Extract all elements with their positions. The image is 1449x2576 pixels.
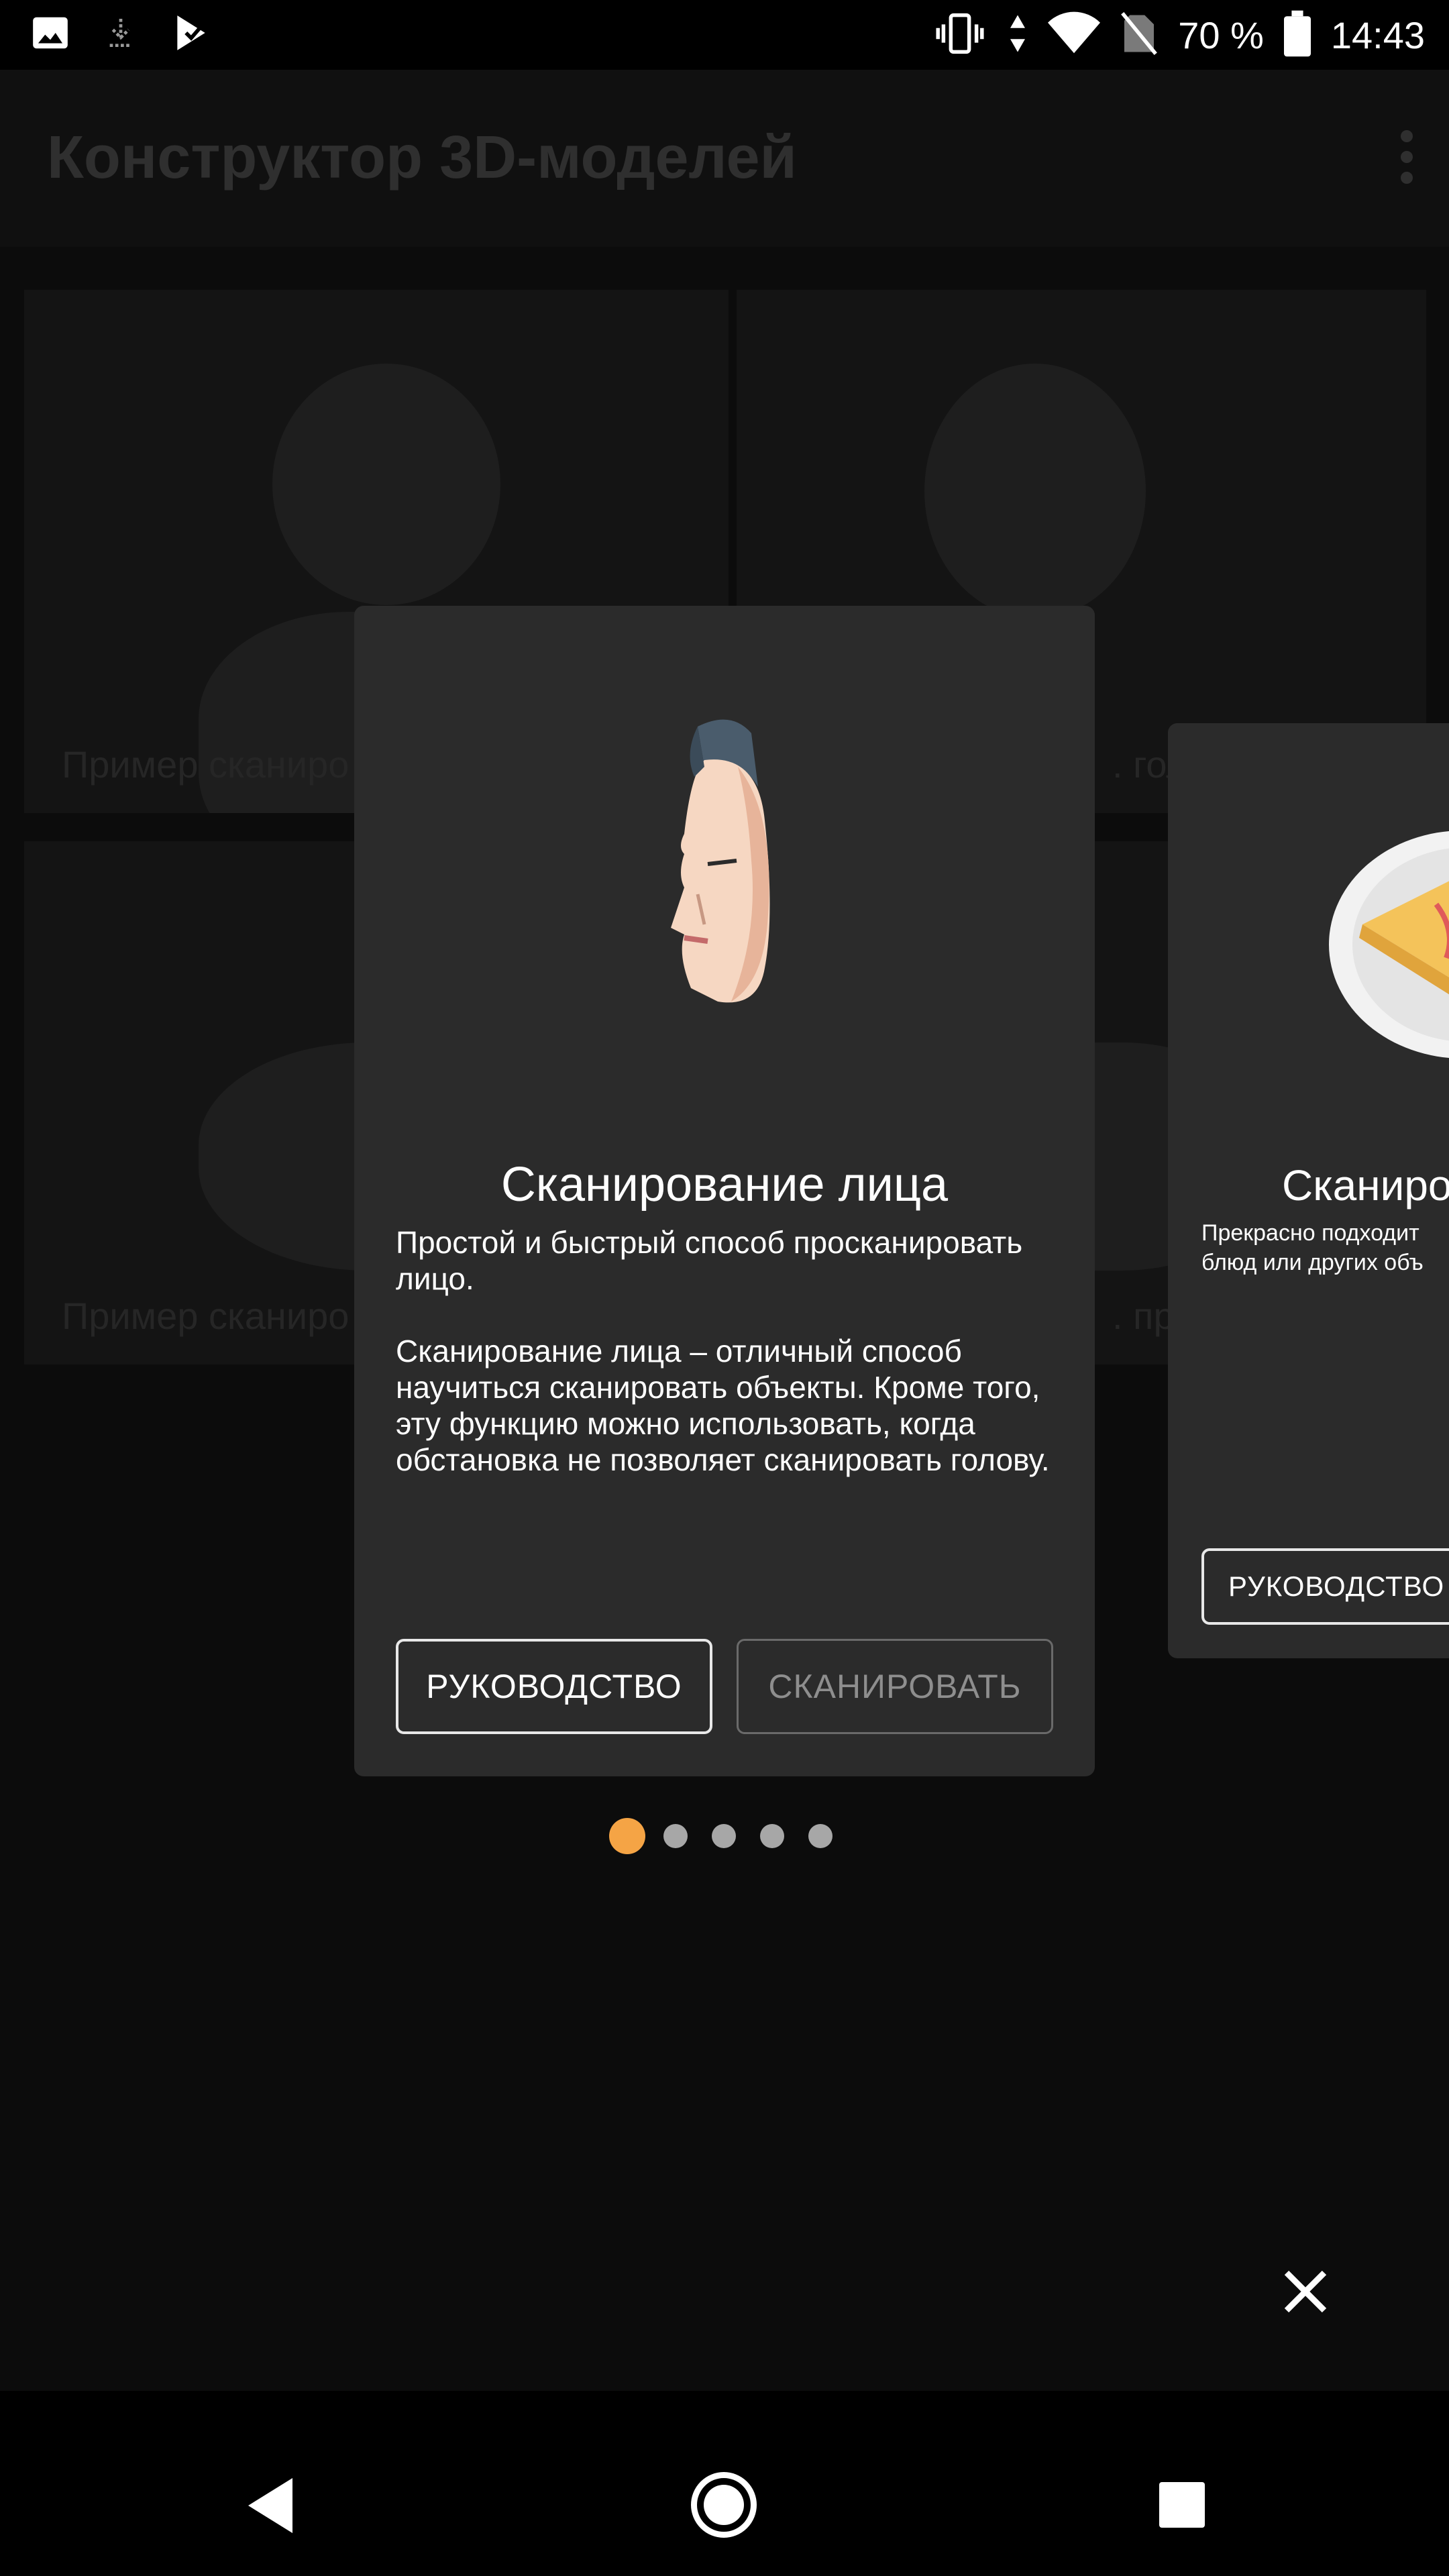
battery-percent: 70 %	[1178, 13, 1264, 56]
card-title: Сканиро	[1282, 1161, 1449, 1210]
card-description-line: Простой и быстрый способ просканировать …	[396, 1225, 1023, 1296]
guide-button[interactable]: РУКОВОДСТВО	[1201, 1548, 1449, 1625]
play-store-icon	[170, 12, 212, 57]
page-indicator	[609, 1818, 857, 1854]
back-icon[interactable]	[243, 2475, 297, 2539]
card-description-line: блюд или других объ	[1201, 1250, 1424, 1275]
vibrate-icon	[932, 11, 987, 59]
page-dot[interactable]	[760, 1824, 784, 1848]
guide-button[interactable]: РУКОВОДСТВО	[396, 1639, 712, 1734]
app-bar: Конструктор 3D-моделей	[0, 70, 1449, 247]
face-profile-icon	[657, 713, 792, 1015]
food-scan-card[interactable]: Сканиро Прекрасно подходит блюд или друг…	[1168, 723, 1449, 1658]
page-dot[interactable]	[808, 1824, 833, 1848]
recents-icon[interactable]	[1159, 2482, 1205, 2528]
more-vert-icon[interactable]	[1397, 130, 1417, 184]
no-sim-icon	[1120, 11, 1158, 59]
wifi-icon	[1048, 11, 1101, 59]
data-transfer-icon	[1008, 11, 1028, 59]
card-description: Прекрасно подходит блюд или других объ	[1201, 1218, 1424, 1277]
sample-card-label: Пример сканиро	[62, 1295, 350, 1337]
sample-card-label: Пример сканиро	[62, 743, 350, 786]
card-title: Сканирование лица	[500, 1158, 949, 1212]
card-description-line: Сканирование лица – отличный способ науч…	[396, 1334, 1050, 1477]
food-plate-icon	[1322, 830, 1449, 1062]
image-icon	[30, 12, 71, 57]
scan-button[interactable]: СКАНИРОВАТЬ	[737, 1639, 1053, 1734]
page-dot-active[interactable]	[609, 1818, 645, 1854]
clock: 14:43	[1330, 13, 1425, 56]
close-icon[interactable]	[1279, 2265, 1332, 2318]
status-bar: 70 % 14:43	[0, 0, 1449, 70]
card-description: Простой и быстрый способ просканировать …	[396, 1224, 1067, 1478]
card-description-line: Прекрасно подходит	[1201, 1220, 1419, 1246]
download-icon	[102, 12, 140, 57]
navigation-bar	[0, 2402, 1449, 2576]
battery-icon	[1283, 10, 1311, 60]
page-dot[interactable]	[663, 1824, 688, 1848]
app-title: Конструктор 3D-моделей	[47, 124, 797, 191]
face-scan-card[interactable]: Сканирование лица Простой и быстрый спос…	[354, 606, 1095, 1776]
page-dot[interactable]	[712, 1824, 736, 1848]
home-icon[interactable]	[691, 2472, 757, 2538]
